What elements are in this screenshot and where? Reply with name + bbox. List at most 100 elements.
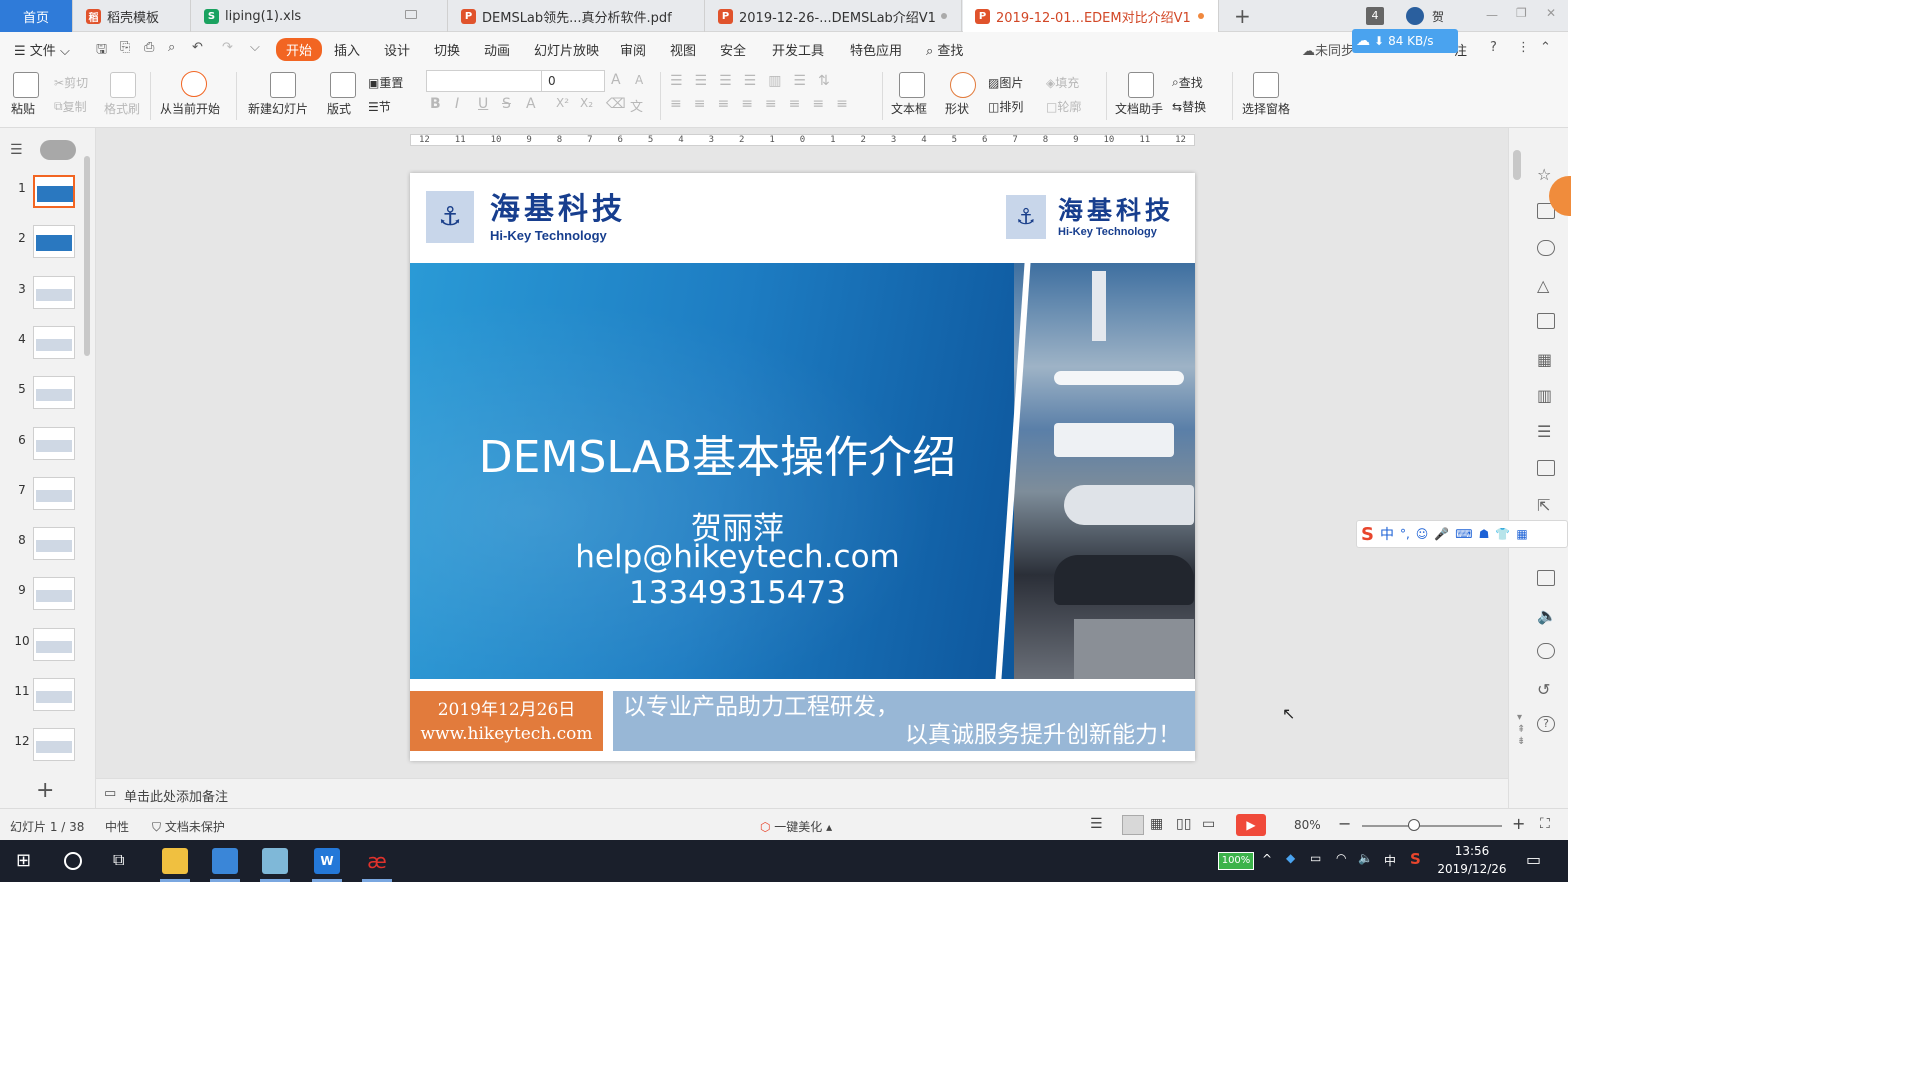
fit-window-icon[interactable]: ⛶ — [1540, 816, 1550, 832]
format-painter-button[interactable]: 格式刷 — [104, 100, 140, 117]
export-icon[interactable]: ⎘ — [120, 40, 130, 55]
replace-button[interactable]: ⇆ 替换 — [1172, 98, 1206, 115]
vpn-tray-icon[interactable]: ◆ — [1286, 851, 1295, 865]
strikethrough-icon[interactable]: S — [502, 96, 511, 112]
share-icon[interactable]: ⇱ — [1537, 496, 1555, 515]
notes-pane[interactable]: ▭ 单击此处添加备注 — [96, 778, 1508, 808]
zoom-out-icon[interactable]: − — [1338, 814, 1351, 833]
reading-view-icon[interactable]: ▯▯ — [1176, 816, 1191, 832]
from-current-button[interactable]: 从当前开始 — [160, 100, 220, 117]
tab-spreadsheet[interactable]: S liping(1).xls — [192, 0, 448, 32]
paragraph-align-icons[interactable]: ≡≡≡≡≡≡≡≡ — [670, 96, 860, 112]
toolbox-icon[interactable]: ▦ — [1516, 527, 1527, 541]
chart-icon[interactable]: ▥ — [1537, 386, 1555, 405]
slide-thumbnail[interactable] — [33, 225, 75, 259]
help-circle-icon[interactable]: ? — [1537, 716, 1555, 732]
slide-thumbnail[interactable] — [33, 728, 75, 762]
theme-name[interactable]: 中性 — [105, 818, 129, 835]
paste-button[interactable]: 粘贴 — [11, 100, 35, 117]
ime-language[interactable]: 中 — [1380, 524, 1394, 544]
section-button[interactable]: ☰ 节 — [368, 98, 391, 115]
restore-icon[interactable]: ❐ — [1516, 6, 1527, 20]
tab-docer[interactable]: 稻 稻壳模板 — [74, 0, 191, 32]
tab-home[interactable]: 首页 — [0, 0, 73, 32]
notes-toggle-icon[interactable]: ☰ — [1090, 816, 1103, 832]
minimize-icon[interactable]: — — [1486, 8, 1498, 22]
slide-thumbnail[interactable] — [33, 476, 75, 510]
format-painter-icon[interactable] — [110, 72, 136, 98]
menu-tab-review[interactable]: 审阅 — [620, 40, 646, 59]
wps-writer-icon[interactable]: W — [314, 848, 340, 874]
star-icon[interactable]: ☆ — [1537, 165, 1555, 184]
volume-icon[interactable]: 🔈 — [1358, 851, 1373, 865]
menu-tab-view[interactable]: 视图 — [670, 40, 696, 59]
file-explorer-icon[interactable] — [162, 848, 188, 874]
audio-icon[interactable]: 🔈 — [1537, 606, 1557, 625]
grid-apps-icon[interactable]: ▦ — [1537, 350, 1555, 369]
slide-thumbnail[interactable] — [33, 627, 75, 661]
shape-button[interactable]: 形状 — [945, 100, 969, 117]
paragraph-list-icons[interactable]: ☰☰☰☰▥☰⇅ — [670, 73, 842, 89]
slide-thumbnail[interactable] — [33, 678, 75, 711]
record-view-icon[interactable]: ▭ — [1202, 816, 1215, 832]
slide-thumbnail[interactable] — [33, 426, 75, 460]
download-icon[interactable] — [1537, 643, 1555, 659]
font-shrink-icon[interactable]: A — [635, 73, 643, 87]
menu-tab-design[interactable]: 设计 — [384, 40, 410, 59]
date-box[interactable]: 2019年12月26日 www.hikeytech.com — [410, 691, 603, 751]
italic-icon[interactable]: I — [455, 96, 459, 112]
play-slideshow-button[interactable]: ▶ — [1236, 814, 1266, 836]
menu-search[interactable]: ⌕ 查找 — [926, 40, 963, 59]
zoom-slider[interactable] — [1362, 825, 1502, 827]
menu-tab-security[interactable]: 安全 — [720, 40, 746, 59]
shapes-icon[interactable] — [1537, 240, 1555, 256]
slide-thumbnail[interactable] — [33, 275, 75, 309]
font-size-field[interactable]: 0 — [541, 70, 605, 92]
select-pane-icon[interactable] — [1253, 72, 1279, 98]
textbox-icon[interactable] — [899, 72, 925, 98]
zoom-slider-handle[interactable] — [1408, 819, 1420, 831]
slide-1[interactable]: ⚓ 海基科技 Hi-Key Technology ⚓ 海基科技 Hi-Key T… — [410, 173, 1195, 761]
show-hidden-icons-icon[interactable]: ^ — [1262, 852, 1272, 866]
layout-icon[interactable] — [330, 72, 356, 98]
tab-presentation-1[interactable]: P 2019-12-26-...DEMSLab介绍V1 — [706, 0, 962, 32]
presenter-email[interactable]: help@hikeytech.com — [410, 539, 1065, 575]
select-pane-button[interactable]: 选择窗格 — [1242, 100, 1290, 117]
scroll-arrows-icon[interactable]: ▾ ⇞ ⇟ — [1517, 712, 1525, 748]
network-speed-widget[interactable]: ☁ ⬇ 84 KB/s — [1352, 29, 1458, 53]
shape-icon[interactable] — [950, 72, 976, 98]
menu-tab-insert[interactable]: 插入 — [334, 40, 360, 59]
preview-icon[interactable]: ⌕ — [168, 40, 175, 55]
menu-tab-home[interactable]: 开始 — [276, 38, 323, 61]
tab-presentation-active[interactable]: P 2019-12-01...EDEM对比介绍V1 — [963, 0, 1219, 32]
ime-toolbar[interactable]: S 中 °, ☺ 🎤 ⌨ ☗ 👕 ▦ — [1356, 520, 1568, 548]
outline-button[interactable]: □ 轮廓 — [1046, 98, 1081, 115]
menu-tab-slideshow[interactable]: 幻灯片放映 — [534, 40, 599, 59]
image-icon[interactable] — [1537, 570, 1555, 586]
punctuation-icon[interactable]: °, — [1400, 527, 1410, 541]
slide-thumbnail[interactable] — [33, 577, 75, 611]
presenter-phone[interactable]: 13349315473 — [410, 575, 1065, 611]
bold-icon[interactable]: B — [430, 96, 441, 112]
action-center-icon[interactable]: ▭ — [1526, 850, 1541, 869]
slide-sorter-view-icon[interactable]: ▦ — [1150, 816, 1163, 832]
menu-tab-special[interactable]: 特色应用 — [850, 40, 902, 59]
design-triangle-icon[interactable]: △ — [1537, 276, 1555, 295]
font-name-field[interactable] — [426, 70, 542, 92]
cortana-search-icon[interactable] — [64, 852, 82, 870]
avatar[interactable] — [1406, 7, 1424, 25]
help-icon[interactable]: ? — [1490, 40, 1497, 55]
tab-pdf[interactable]: P DEMSLab领先...真分析软件.pdf — [449, 0, 705, 32]
outline-view-icon[interactable]: ☰ — [10, 142, 23, 158]
phonetic-icon[interactable]: 文 — [630, 96, 643, 115]
slide-thumbnail[interactable] — [33, 325, 75, 359]
sogou-tray-icon[interactable]: S — [1410, 850, 1421, 868]
print-icon[interactable]: ⎙ — [144, 40, 154, 55]
notes-placeholder[interactable]: 单击此处添加备注 — [124, 786, 228, 805]
slogan-box[interactable]: 以专业产品助力工程研发， 以真诚服务提升创新能力！ — [613, 691, 1195, 751]
slide-thumbnail[interactable] — [33, 527, 75, 561]
redo-icon[interactable]: ↷ — [222, 40, 233, 55]
font-grow-icon[interactable]: A — [611, 72, 621, 88]
find-button[interactable]: ⌕ 查找 — [1172, 74, 1203, 91]
slide-thumbnail[interactable] — [33, 175, 75, 208]
